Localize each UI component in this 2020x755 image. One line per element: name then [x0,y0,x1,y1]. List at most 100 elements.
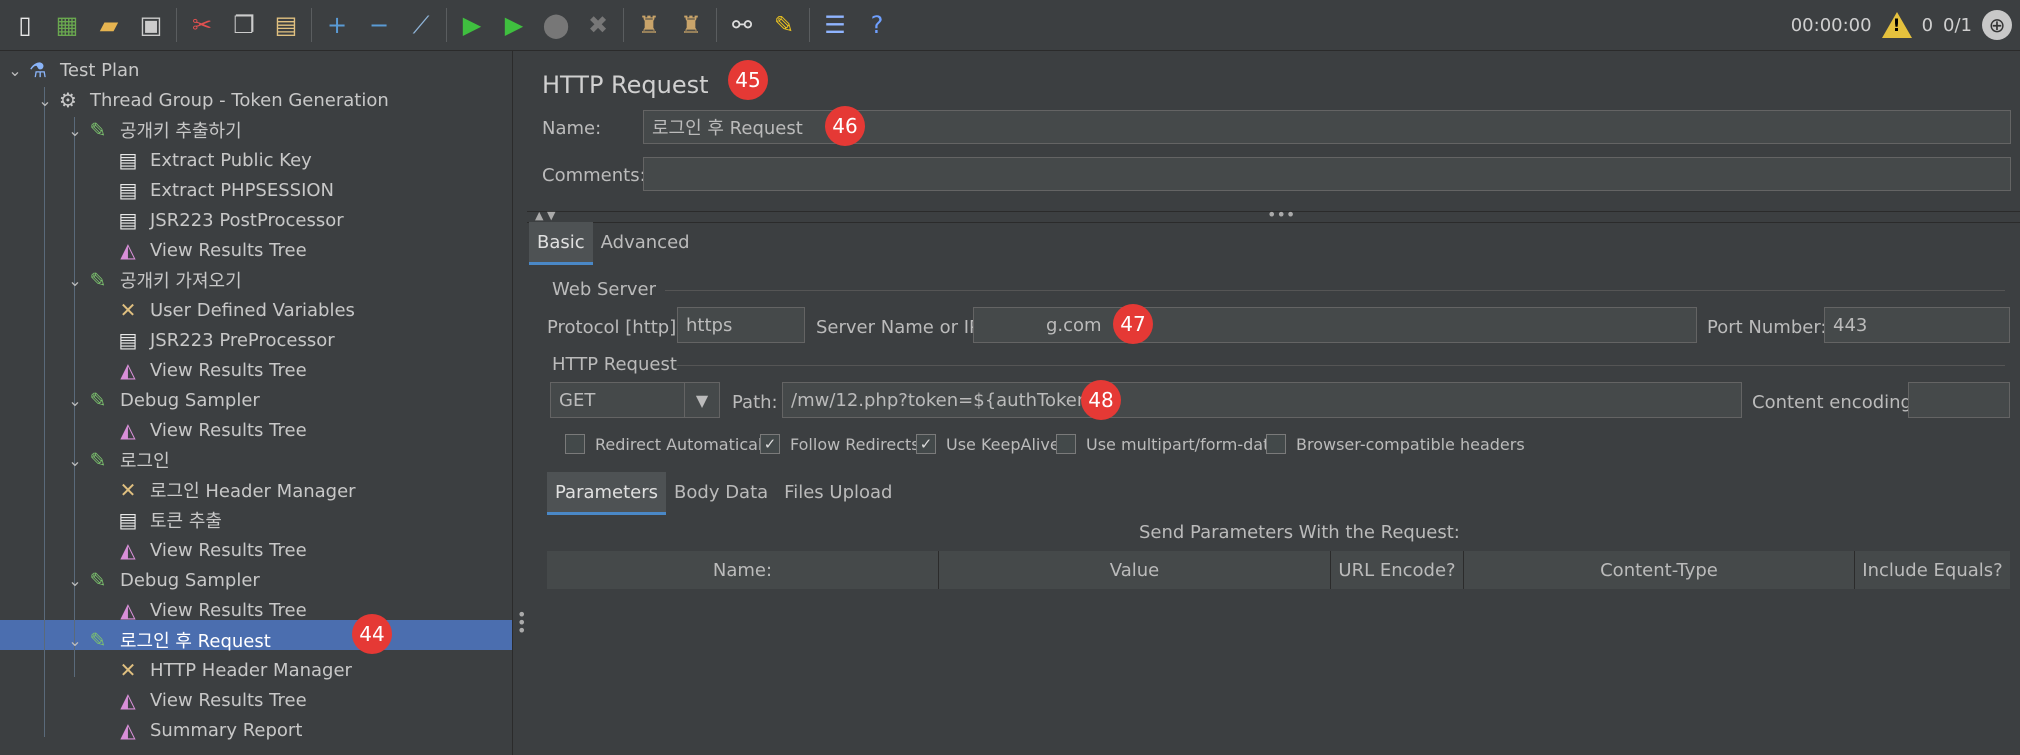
checkbox-box[interactable] [1266,434,1286,454]
tree-node[interactable]: ◭ Summary Report [96,715,302,745]
expand-icon[interactable]: + [320,8,354,42]
checkbox-box[interactable] [565,434,585,454]
port-input[interactable]: 443 [1824,307,2010,343]
elapsed-timer: 00:00:00 [1790,14,1872,36]
checkmark-icon[interactable]: ✓ [760,434,780,454]
tab-basic[interactable]: Basic [529,222,593,265]
use-keepalive-checkbox[interactable]: ✓ Use KeepAlive [916,434,1060,454]
warning-icon[interactable] [1881,12,1912,38]
function-helper-icon[interactable]: ☰ [818,8,852,42]
templates-icon[interactable]: ▦ [50,8,84,42]
tab-files-upload[interactable]: Files Upload [776,472,900,512]
tree-node[interactable]: ⌄ ⚗ Test Plan [6,55,139,85]
server-label: Server Name or IP: [816,317,986,338]
new-icon[interactable]: ▯ [8,8,42,42]
shutdown-icon[interactable]: ✖ [581,8,615,42]
tree-node[interactable]: ▤ Extract Public Key [96,145,312,175]
tab-body-data[interactable]: Body Data [666,472,776,512]
tree-node[interactable]: ⌄ ✎ 공개키 추출하기 [66,115,242,145]
protocol-input[interactable]: https [677,307,805,343]
save-icon[interactable]: ▣ [134,8,168,42]
column-include-equals[interactable]: Include Equals? [1855,551,2010,589]
thread-group-icon: ⚙ [59,88,77,112]
use-multipart-checkbox[interactable]: Use multipart/form-data [1056,434,1279,454]
chevron-down-icon[interactable]: ⌄ [6,61,24,80]
clear-all-icon[interactable]: ♜ [674,8,708,42]
chevron-down-icon[interactable]: ⌄ [66,451,84,470]
paste-icon[interactable]: ▤ [269,8,303,42]
post-processor-icon: ▤ [118,148,138,172]
open-icon[interactable]: ▰ [92,8,126,42]
content-encoding-input[interactable] [1908,382,2010,418]
tree-node[interactable]: ⌄ ⚙ Thread Group - Token Generation [36,85,388,115]
tree-node[interactable]: ▤ Extract PHPSESSION [96,175,334,205]
tree-node[interactable]: ◭ View Results Tree [96,415,306,445]
chevron-down-icon[interactable]: ▼ [684,383,719,417]
chevron-down-icon[interactable]: ⌄ [66,631,84,650]
chevron-down-icon[interactable]: ⌄ [36,91,54,110]
comments-label: Comments: [542,165,646,186]
tree-node[interactable]: ✕ 로그인 Header Manager [96,475,356,505]
comments-field[interactable] [643,157,2011,191]
method-select[interactable]: GET ▼ [550,382,720,418]
tree-node[interactable]: ▤ JSR223 PostProcessor [96,205,344,235]
stop-icon[interactable]: ⬤ [539,8,573,42]
chevron-down-icon[interactable]: ⌄ [66,271,84,290]
tree-node[interactable]: ✕ User Defined Variables [96,295,355,325]
tree-node[interactable]: ⌄ ✎ 공개키 가져오기 [66,265,241,295]
sampler-icon: ✎ [89,568,107,592]
path-input[interactable]: /mw/12.php?token=${authToken} [782,382,1742,418]
listener-icon: ◭ [120,598,136,622]
remote-globe-icon[interactable]: ⊕ [1982,10,2012,40]
redirect-automatically-checkbox[interactable]: Redirect Automatically [565,434,776,454]
tree-node[interactable]: ◭ View Results Tree [96,685,306,715]
help-icon[interactable]: ? [860,8,894,42]
tree-node-label: Extract PHPSESSION [150,179,335,201]
tab-advanced[interactable]: Advanced [593,222,698,262]
send-parameters-label: Send Parameters With the Request: [1139,522,1460,543]
tree-node[interactable]: ⌄ ✎ 로그인 [66,445,169,475]
tree-node[interactable]: ⌄ ✎ Debug Sampler [66,385,260,415]
horizontal-splitter[interactable]: ▲ ▼ ••• [527,205,2020,224]
tree-node-label: Debug Sampler [120,389,260,411]
cut-icon[interactable]: ✂ [185,8,219,42]
tree-node[interactable]: ◭ View Results Tree [96,235,306,265]
toggle-icon[interactable]: ⟋ [404,8,438,42]
column-url-encode[interactable]: URL Encode? [1331,551,1464,589]
tree-node[interactable]: ▤ JSR223 PreProcessor [96,325,335,355]
start-no-pause-icon[interactable]: ▶ [497,8,531,42]
server-input[interactable]: g.com [973,307,1697,343]
tree-node-label: 공개키 추출하기 [120,121,242,142]
annotation-badge: 48 [1081,380,1121,420]
chevron-down-icon[interactable]: ⌄ [66,121,84,140]
chevron-down-icon[interactable]: ⌄ [66,571,84,590]
annotation-badge: 44 [352,614,392,654]
checkmark-icon[interactable]: ✓ [916,434,936,454]
pre-processor-icon: ▤ [118,328,138,352]
tree-node[interactable]: ◭ View Results Tree [96,355,306,385]
collapse-icon[interactable]: − [362,8,396,42]
column-name[interactable]: Name: [547,551,939,589]
column-value[interactable]: Value [939,551,1331,589]
sampler-icon: ✎ [89,448,107,472]
tree-node[interactable]: ◭ View Results Tree [96,535,306,565]
search-icon[interactable]: ⚯ [725,8,759,42]
tab-parameters[interactable]: Parameters [547,472,667,515]
tree-node[interactable]: ⌄ ✎ Debug Sampler [66,565,260,595]
browser-compatible-checkbox[interactable]: Browser-compatible headers [1266,434,1525,454]
column-content-type[interactable]: Content-Type [1464,551,1855,589]
tree-node[interactable]: ⌄ ✎ 로그인 후 Request [66,625,271,655]
reset-search-icon[interactable]: ✎ [767,8,801,42]
test-plan-tree: ⌄ ⚗ Test Plan ⌄ ⚙ Thread Group - Token Genera… [0,51,512,755]
clear-icon[interactable]: ♜ [632,8,666,42]
chevron-down-icon[interactable]: ⌄ [66,391,84,410]
vertical-splitter[interactable]: • • • [512,51,527,755]
tree-node[interactable]: ✕ HTTP Header Manager [96,655,352,685]
tree-node-label: JSR223 PreProcessor [150,329,335,351]
tree-node[interactable]: ◭ View Results Tree [96,595,306,625]
follow-redirects-checkbox[interactable]: ✓ Follow Redirects [760,434,920,454]
checkbox-box[interactable] [1056,434,1076,454]
start-icon[interactable]: ▶ [455,8,489,42]
copy-icon[interactable]: ❐ [227,8,261,42]
tree-node[interactable]: ▤ 토큰 추출 [96,505,222,535]
